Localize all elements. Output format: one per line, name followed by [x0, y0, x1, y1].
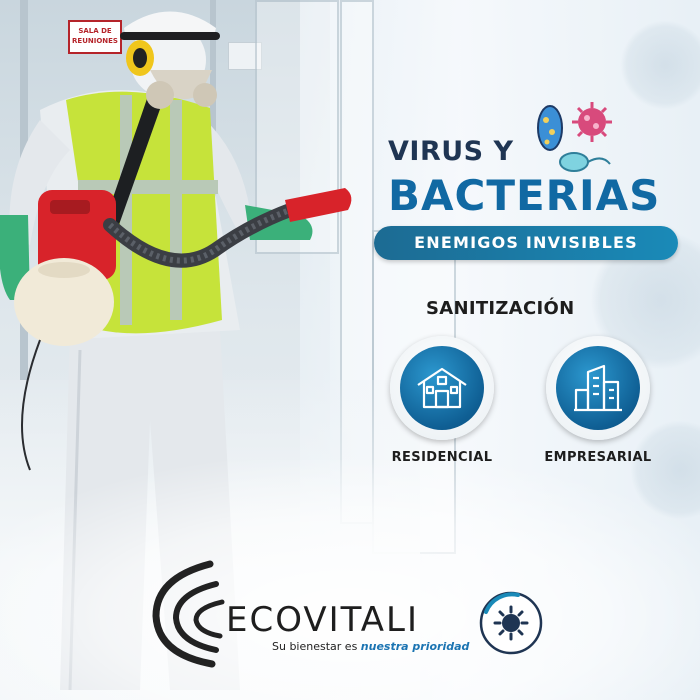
house-icon [417, 367, 467, 409]
germs-icon [537, 102, 612, 172]
banner-pill: ENEMIGOS INVISIBLES [374, 226, 678, 260]
brand-tagline: Su bienestar es nuestra prioridad [272, 640, 470, 653]
mist-overlay [0, 460, 700, 700]
service-disc [400, 346, 484, 430]
service-ring [546, 336, 650, 440]
service-empresarial: EMPRESARIAL [538, 336, 658, 465]
service-ring [390, 336, 494, 440]
section-title: SANITIZACIÓN [426, 298, 575, 319]
service-residencial: RESIDENCIAL [382, 336, 502, 465]
headline-line-1: VIRUS Y [388, 136, 514, 167]
buildings-icon [574, 364, 622, 412]
service-label: RESIDENCIAL [391, 450, 493, 465]
service-disc [556, 346, 640, 430]
service-label: EMPRESARIAL [544, 450, 652, 465]
virus-badge-icon [479, 591, 543, 655]
brand-name: ECOVITALI [226, 600, 420, 640]
virus-background [620, 20, 700, 110]
headline-line-2: BACTERIAS [388, 171, 661, 220]
promo-poster: SALA DE REUNIONES VIRUS Y BACTERIAS ENEM… [0, 0, 700, 700]
banner-text: ENEMIGOS INVISIBLES [414, 233, 638, 252]
